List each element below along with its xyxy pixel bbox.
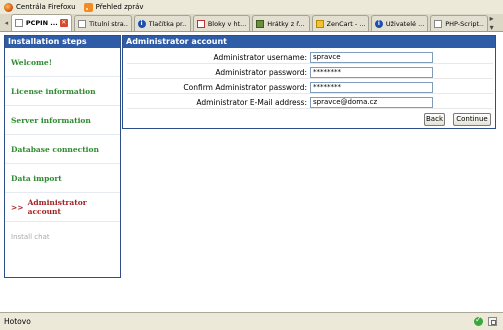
bookmark-label: Přehled zpráv xyxy=(95,3,144,11)
step-database-connection: Database connection xyxy=(5,135,120,164)
administrator-account-panel: Administrator account Administrator user… xyxy=(122,35,496,129)
resize-grip-icon[interactable] xyxy=(488,317,497,326)
status-icons xyxy=(474,315,497,326)
password-input[interactable]: ******** xyxy=(310,67,433,78)
step-welcome: Welcome! xyxy=(5,48,120,77)
pdf-icon xyxy=(196,19,205,28)
tab-hratky[interactable]: Hrátky z ř... xyxy=(252,15,310,31)
form-row-password: Administrator password: ******** xyxy=(127,66,493,79)
tab-bar: ◂ PCPIN ... ✕ Titulní stra... i Tlačítka… xyxy=(0,14,503,32)
panel-title: Administrator account xyxy=(123,36,495,48)
tab-php-script[interactable]: PHP-Script... xyxy=(430,15,488,31)
tab-uzivatele[interactable]: i Uživatelé ... xyxy=(370,15,429,31)
installation-steps-panel: Installation steps Welcome! License info… xyxy=(4,35,121,278)
password-label: Administrator password: xyxy=(215,68,307,77)
back-button[interactable]: Back xyxy=(424,113,445,126)
bookmark-firefox-central[interactable]: Centrála Firefoxu xyxy=(4,2,76,12)
step-label: Data import xyxy=(11,173,62,183)
step-server-information: Server information xyxy=(5,106,120,135)
info-icon: i xyxy=(374,19,383,28)
bookmark-news-feed[interactable]: Přehled zpráv xyxy=(83,2,144,12)
zencart-icon xyxy=(315,19,324,28)
tab-label: PHP-Script... xyxy=(445,19,484,28)
info-icon: i xyxy=(137,19,146,28)
image-icon xyxy=(256,19,265,28)
tab-bloky[interactable]: Bloky v ht... xyxy=(192,15,251,31)
tab-label: Bloky v ht... xyxy=(207,19,247,28)
confirm-password-label: Confirm Administrator password: xyxy=(183,83,307,92)
username-input[interactable]: spravce xyxy=(310,52,433,63)
bookmark-label: Centrála Firefoxu xyxy=(16,3,76,11)
step-label: Server information xyxy=(11,115,91,125)
step-label: Database connection xyxy=(11,144,99,154)
email-label: Administrator E-Mail address: xyxy=(196,98,307,107)
tab-label: PCPIN ... xyxy=(25,19,58,27)
form-row-email: Administrator E-Mail address: spravce@do… xyxy=(127,96,493,109)
tab-tlacitka[interactable]: i Tlačítka pr... xyxy=(133,15,191,31)
page-icon xyxy=(78,19,87,28)
form-row-confirm-password: Confirm Administrator password: ******** xyxy=(127,81,493,94)
step-label: Welcome! xyxy=(11,57,53,67)
username-label: Administrator username: xyxy=(213,53,307,62)
page-icon xyxy=(434,19,443,28)
tab-zencart[interactable]: ZenCart - ... xyxy=(311,15,369,31)
tab-list-icon[interactable]: ▸ ▾ xyxy=(490,14,500,32)
status-text: Hotovo xyxy=(4,317,31,326)
bookmarks-toolbar: Centrála Firefoxu Přehled zpráv xyxy=(0,0,503,14)
form-row-username: Administrator username: spravce xyxy=(127,51,493,64)
checkmark-icon xyxy=(474,315,483,326)
step-license-information: License information xyxy=(5,77,120,106)
tab-scroll-left-icon[interactable]: ◂ xyxy=(2,15,11,31)
current-step-marker: >> xyxy=(11,202,24,212)
tab-titulni[interactable]: Titulní stra... xyxy=(74,15,132,31)
step-label: Install chat xyxy=(11,232,50,241)
close-icon[interactable]: ✕ xyxy=(59,19,68,27)
step-install-chat: Install chat xyxy=(5,222,120,251)
confirm-password-input[interactable]: ******** xyxy=(310,82,433,93)
step-label: License information xyxy=(11,86,96,96)
tab-label: Titulní stra... xyxy=(89,19,128,28)
step-administrator-account: >> Administrator account xyxy=(5,193,120,222)
continue-button[interactable]: Continue xyxy=(453,113,491,126)
tab-label: ZenCart - ... xyxy=(326,19,365,28)
page-icon xyxy=(14,19,23,27)
tab-label: Hrátky z ř... xyxy=(267,19,305,28)
status-bar: Hotovo xyxy=(0,312,503,330)
email-input[interactable]: spravce@doma.cz xyxy=(310,97,433,108)
tab-pcpin[interactable]: PCPIN ... ✕ xyxy=(10,14,73,31)
firefox-icon xyxy=(4,2,13,12)
rss-icon xyxy=(83,2,93,12)
tab-label: Tlačítka pr... xyxy=(148,19,187,28)
sidebar-title: Installation steps xyxy=(5,36,120,48)
step-data-import: Data import xyxy=(5,164,120,193)
tab-label: Uživatelé ... xyxy=(385,19,425,28)
page-content: Installation steps Welcome! License info… xyxy=(0,32,503,312)
step-label: Administrator account xyxy=(27,198,87,216)
